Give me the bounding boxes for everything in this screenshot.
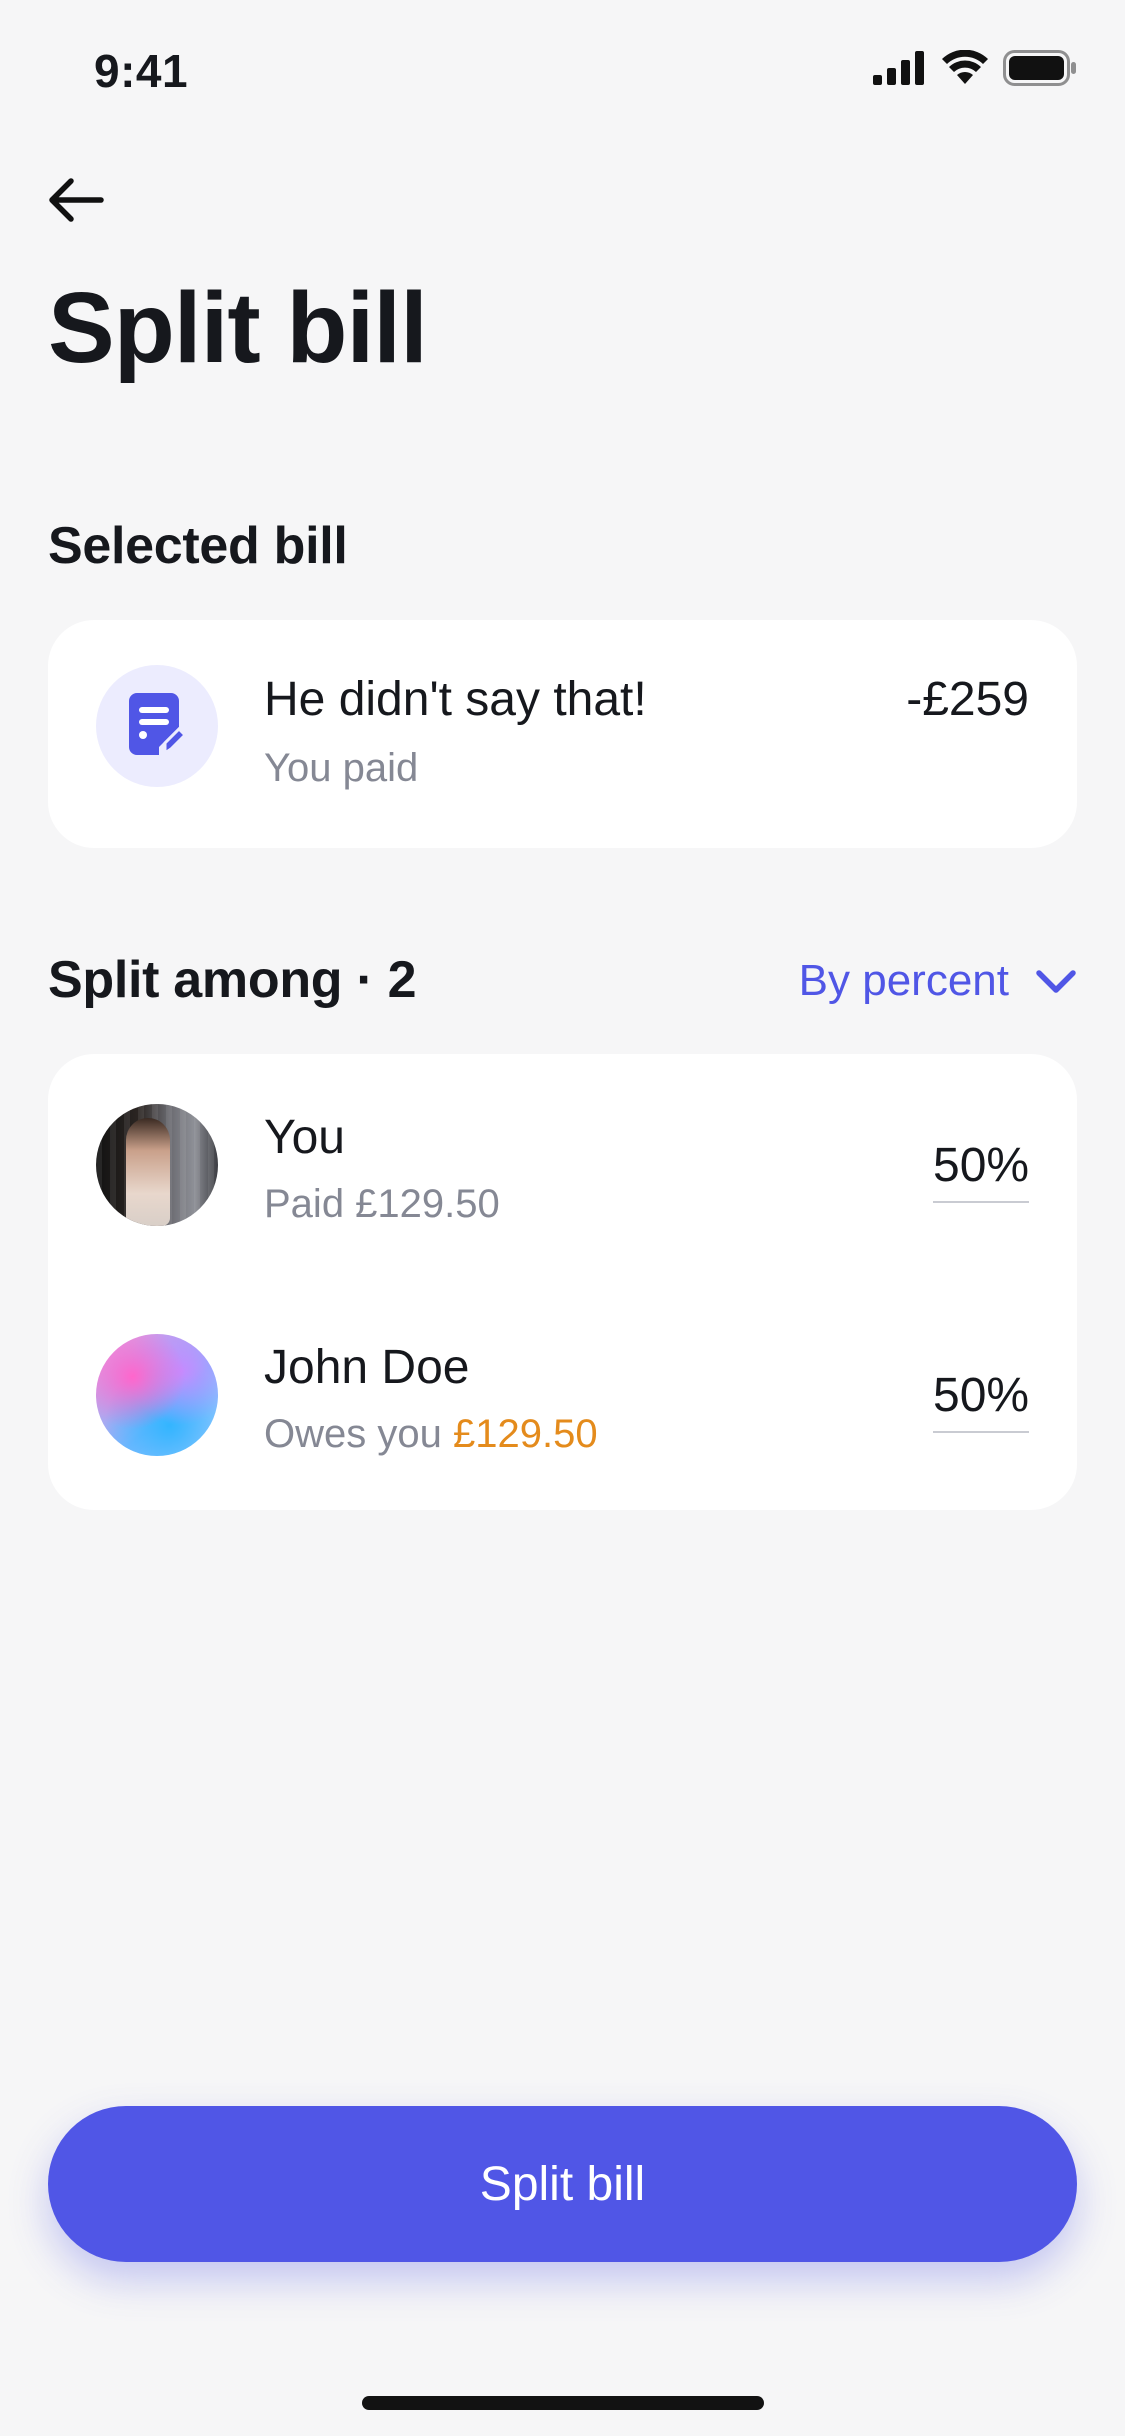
back-button[interactable] [44,170,108,234]
back-arrow-icon [47,176,105,229]
battery-icon [1003,50,1077,91]
participant-name: John Doe [264,1341,470,1394]
participants-card: You Paid £129.50 50% John Doe Owes you £… [48,1054,1077,1510]
percent-input[interactable]: 50% [933,1138,1029,1203]
page-title: Split bill [48,272,428,384]
owes-label: Owes you [264,1412,442,1456]
split-among-heading: Split among · 2 [48,951,417,1009]
status-time: 9:41 [94,45,189,97]
selected-bill-heading: Selected bill [48,517,348,575]
split-bill-button-label: Split bill [479,2157,646,2211]
chevron-down-icon [1035,956,1077,1006]
participant-status: Paid £129.50 [264,1182,500,1226]
percent-input[interactable]: 50% [933,1368,1029,1433]
participant-status: Owes you £129.50 [264,1412,598,1457]
split-method-label: By percent [798,956,1009,1005]
participant-name: You [264,1111,345,1164]
document-edit-icon [129,692,188,760]
split-bill-button[interactable]: Split bill [48,2106,1077,2262]
bill-title: He didn't say that! [264,673,647,726]
home-indicator [362,2396,764,2410]
wifi-icon [941,49,989,91]
participant-row-john-doe[interactable]: John Doe Owes you £129.50 50% [48,1306,1077,1506]
avatar [96,1104,218,1226]
selected-bill-card[interactable]: He didn't say that! You paid -£259 [48,620,1077,848]
avatar [96,1334,218,1456]
bill-amount: -£259 [906,673,1029,726]
cellular-signal-icon [873,51,927,90]
owed-amount: £129.50 [452,1412,598,1456]
status-bar: 9:41 [0,0,1125,140]
bill-icon-badge [96,665,218,787]
participant-row-you[interactable]: You Paid £129.50 50% [48,1076,1077,1276]
split-method-dropdown[interactable]: By percent [799,956,1077,1006]
bill-subtitle: You paid [264,746,419,790]
status-icons [873,49,1077,91]
